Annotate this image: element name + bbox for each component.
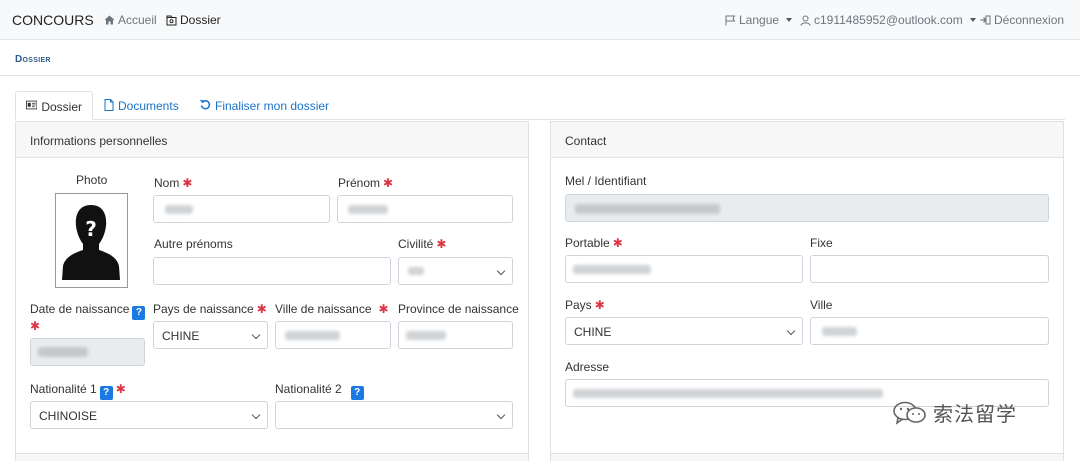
redacted-value bbox=[348, 205, 388, 214]
photo-upload[interactable]: ? bbox=[55, 193, 128, 288]
nav-dossier[interactable]: Dossier bbox=[166, 13, 221, 27]
help-icon[interactable]: ? bbox=[99, 386, 113, 400]
redacted-value bbox=[573, 389, 883, 398]
chevron-down-icon bbox=[251, 330, 261, 340]
user-icon bbox=[800, 15, 811, 26]
required-asterisk: ✱ bbox=[182, 176, 193, 190]
contact-header: Contact bbox=[551, 122, 1063, 158]
pays-select[interactable]: CHINE bbox=[565, 317, 803, 345]
chevron-down-icon bbox=[496, 266, 506, 276]
id-card-icon bbox=[26, 100, 38, 110]
nationalite2-select[interactable] bbox=[275, 401, 513, 429]
tab-finaliser-label: Finaliser mon dossier bbox=[215, 99, 330, 113]
pays-value: CHINE bbox=[574, 325, 612, 339]
chevron-down-icon bbox=[496, 410, 506, 420]
chevron-down-icon bbox=[969, 18, 976, 22]
home-icon bbox=[104, 15, 115, 25]
tab-finaliser[interactable]: Finaliser mon dossier bbox=[190, 91, 339, 120]
autres-prenoms-label: Autre prénoms bbox=[154, 237, 233, 251]
nav-dossier-label: Dossier bbox=[180, 13, 221, 27]
photo-label: Photo bbox=[76, 173, 108, 187]
logout-link[interactable]: Déconnexion bbox=[980, 13, 1064, 27]
prenom-label: Prénom ✱ bbox=[338, 176, 394, 190]
chevron-down-icon bbox=[786, 326, 796, 336]
redacted-value bbox=[573, 265, 651, 274]
fixe-input[interactable] bbox=[810, 255, 1049, 283]
language-label: Langue bbox=[739, 13, 780, 27]
flag-icon bbox=[725, 15, 736, 25]
page-header: Dossier bbox=[0, 40, 1080, 76]
redacted-value bbox=[406, 331, 446, 340]
chevron-down-icon bbox=[251, 410, 261, 420]
tab-documents[interactable]: Documents bbox=[94, 91, 189, 120]
avatar-placeholder-icon: ? bbox=[62, 205, 120, 280]
nationalite1-select[interactable]: CHINOISE bbox=[30, 401, 268, 429]
required-asterisk: ✱ bbox=[115, 382, 126, 396]
personal-info-header: Informations personnelles bbox=[16, 122, 528, 158]
wechat-icon bbox=[893, 401, 926, 425]
undo-icon bbox=[200, 99, 211, 110]
chevron-down-icon bbox=[786, 18, 793, 22]
pays-naissance-value: CHINE bbox=[162, 329, 200, 343]
next-card-header bbox=[550, 453, 1064, 461]
required-asterisk: ✱ bbox=[256, 302, 267, 316]
redacted-value bbox=[38, 347, 88, 357]
tab-dossier[interactable]: Dossier bbox=[15, 91, 93, 120]
redacted-value bbox=[822, 327, 857, 336]
adresse-label: Adresse bbox=[565, 360, 610, 374]
nationalite1-value: CHINOISE bbox=[39, 409, 98, 423]
svg-text:?: ? bbox=[85, 217, 97, 241]
civilite-label: Civilité ✱ bbox=[398, 237, 447, 251]
sign-out-icon bbox=[980, 15, 991, 25]
required-asterisk: ✱ bbox=[378, 302, 389, 316]
folder-icon bbox=[166, 15, 177, 25]
redacted-value bbox=[285, 331, 340, 340]
fixe-label: Fixe bbox=[810, 236, 833, 250]
help-icon[interactable]: ? bbox=[350, 386, 364, 400]
nationalite1-label: Nationalité 1? ✱ bbox=[30, 382, 126, 400]
tab-documents-label: Documents bbox=[118, 99, 179, 113]
tab-dossier-label: Dossier bbox=[41, 100, 82, 114]
pays-naissance-select[interactable]: CHINE bbox=[153, 321, 268, 349]
page-title: Dossier bbox=[15, 54, 51, 65]
user-email: c1911485952@outlook.com bbox=[814, 13, 963, 27]
province-naissance-label: Province de naissance bbox=[398, 302, 519, 316]
pays-naissance-label: Pays de naissance ✱ bbox=[153, 302, 267, 316]
document-icon bbox=[104, 99, 114, 111]
required-asterisk: ✱ bbox=[383, 176, 394, 190]
redacted-value bbox=[165, 205, 193, 214]
language-dropdown[interactable]: Langue bbox=[725, 13, 793, 27]
date-naissance-label: Date de naissance? bbox=[30, 302, 146, 320]
mel-label: Mel / Identifiant bbox=[565, 174, 647, 188]
pays-label: Pays ✱ bbox=[565, 298, 605, 312]
user-dropdown[interactable]: c1911485952@outlook.com bbox=[800, 13, 976, 27]
watermark-text: 索法留学 bbox=[933, 402, 1017, 426]
nav-home[interactable]: Accueil bbox=[104, 13, 157, 27]
redacted-value bbox=[408, 267, 424, 275]
ville-naissance-label: Ville de naissance ✱ bbox=[275, 302, 389, 316]
help-icon[interactable]: ? bbox=[132, 306, 146, 320]
ville-label: Ville bbox=[810, 298, 833, 312]
required-asterisk: ✱ bbox=[436, 237, 447, 251]
required-asterisk: ✱ bbox=[30, 319, 41, 333]
top-navbar: CONCOURS Accueil Dossier Langue c1911485… bbox=[0, 0, 1080, 40]
portable-label: Portable ✱ bbox=[565, 236, 623, 250]
brand[interactable]: CONCOURS bbox=[12, 12, 94, 28]
required-asterisk: ✱ bbox=[612, 236, 623, 250]
logout-label: Déconnexion bbox=[994, 13, 1065, 27]
redacted-value bbox=[575, 204, 720, 214]
nationalite2-label: Nationalité 2? bbox=[275, 382, 364, 400]
nom-label: Nom ✱ bbox=[154, 176, 193, 190]
date-naissance-required: ✱ bbox=[30, 319, 40, 333]
autres-prenoms-input[interactable] bbox=[153, 257, 391, 285]
required-asterisk: ✱ bbox=[594, 298, 605, 312]
wechat-watermark: 索法留学 bbox=[893, 398, 1017, 427]
next-card-header bbox=[15, 453, 529, 461]
nav-home-label: Accueil bbox=[118, 13, 157, 27]
